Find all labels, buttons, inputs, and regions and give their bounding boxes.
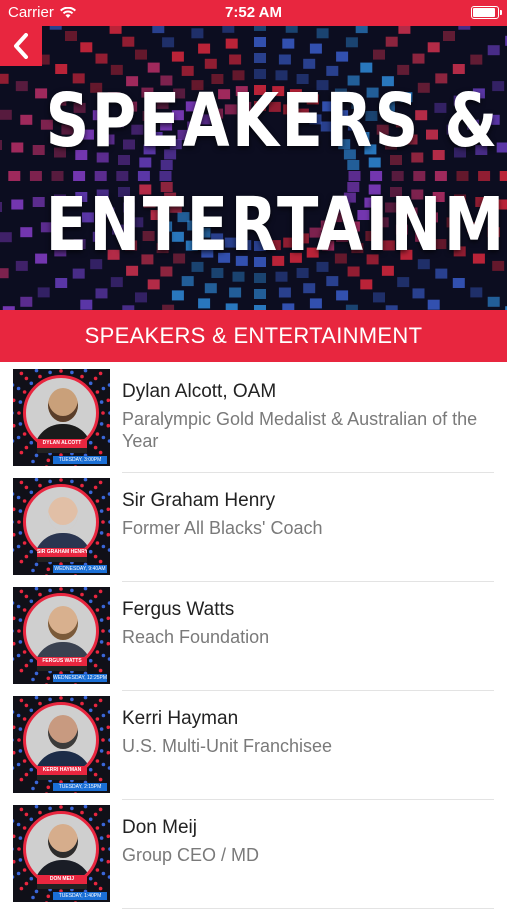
- speaker-role: Paralympic Gold Medalist & Australian of…: [122, 409, 478, 451]
- speaker-tag: DYLAN ALCOTT: [37, 439, 87, 448]
- speaker-tag-sub: [37, 448, 87, 453]
- speaker-photo: SIR GRAHAM HENRY WEDNESDAY, 9:40AM: [13, 478, 110, 575]
- speaker-name: Sir Graham Henry: [122, 490, 276, 511]
- chevron-left-icon: [14, 33, 28, 59]
- banner-title-line2: ENTERTAINMENT: [45, 182, 507, 268]
- speaker-photo: DYLAN ALCOTT TUESDAY, 3:00PM: [13, 369, 110, 466]
- speaker-role: Reach Foundation: [122, 627, 270, 647]
- speaker-row[interactable]: DON MEIJ TUESDAY, 1:40PM Don Meij Group CEO…: [0, 800, 507, 909]
- banner-title-line1: SPEAKERS &: [45, 78, 500, 164]
- section-title: SPEAKERS & ENTERTAINMENT: [84, 323, 423, 348]
- speaker-name: Don Meij: [122, 817, 197, 838]
- speaker-slot: WEDNESDAY, 12:25PM: [53, 674, 107, 682]
- speaker-slot: WEDNESDAY, 9:40AM: [53, 565, 107, 573]
- speaker-tag: SIR GRAHAM HENRY: [37, 548, 87, 557]
- speaker-photo: DON MEIJ TUESDAY, 1:40PM: [13, 805, 110, 902]
- status-bar: Carrier 7:52 AM: [0, 0, 507, 26]
- speaker-role: Former All Blacks' Coach: [122, 518, 323, 538]
- status-time: 7:52 AM: [225, 4, 282, 21]
- speaker-tag-sub: [37, 884, 87, 889]
- speaker-slot: TUESDAY, 3:00PM: [53, 456, 107, 464]
- speaker-tag: KERRI HAYMAN: [37, 766, 87, 775]
- speaker-name: Dylan Alcott, OAM: [122, 381, 277, 402]
- speaker-tag-sub: [37, 666, 87, 671]
- speaker-slot: TUESDAY, 1:40PM: [53, 892, 107, 900]
- speaker-tag-sub: [37, 557, 87, 562]
- speaker-row[interactable]: DYLAN ALCOTT TUESDAY, 3:00PM Dylan Alcott,…: [0, 364, 507, 473]
- speaker-tag: FERGUS WATTS: [37, 657, 87, 666]
- back-button[interactable]: [0, 26, 42, 66]
- speaker-role: U.S. Multi-Unit Franchisee: [122, 736, 333, 756]
- speaker-tag: DON MEIJ: [37, 875, 87, 884]
- battery-icon: [471, 6, 502, 19]
- hero-banner: SPEAKERS & ENTERTAINMENT: [0, 26, 507, 310]
- section-header: SPEAKERS & ENTERTAINMENT: [0, 310, 507, 362]
- speaker-slot: TUESDAY, 2:15PM: [53, 783, 107, 791]
- speaker-photo: KERRI HAYMAN TUESDAY, 2:15PM: [13, 696, 110, 793]
- speaker-name: Kerri Hayman: [122, 708, 239, 729]
- speaker-row[interactable]: FERGUS WATTS WEDNESDAY, 12:25PM Fergus Wat…: [0, 582, 507, 691]
- speaker-tag-sub: [37, 775, 87, 780]
- speaker-row[interactable]: SIR GRAHAM HENRY WEDNESDAY, 9:40AM Sir Gra…: [0, 473, 507, 582]
- speaker-name: Fergus Watts: [122, 599, 235, 620]
- speaker-photo: FERGUS WATTS WEDNESDAY, 12:25PM: [13, 587, 110, 684]
- speaker-role: Group CEO / MD: [122, 845, 260, 865]
- speaker-row[interactable]: KERRI HAYMAN TUESDAY, 2:15PM Kerri Hayman U…: [0, 691, 507, 800]
